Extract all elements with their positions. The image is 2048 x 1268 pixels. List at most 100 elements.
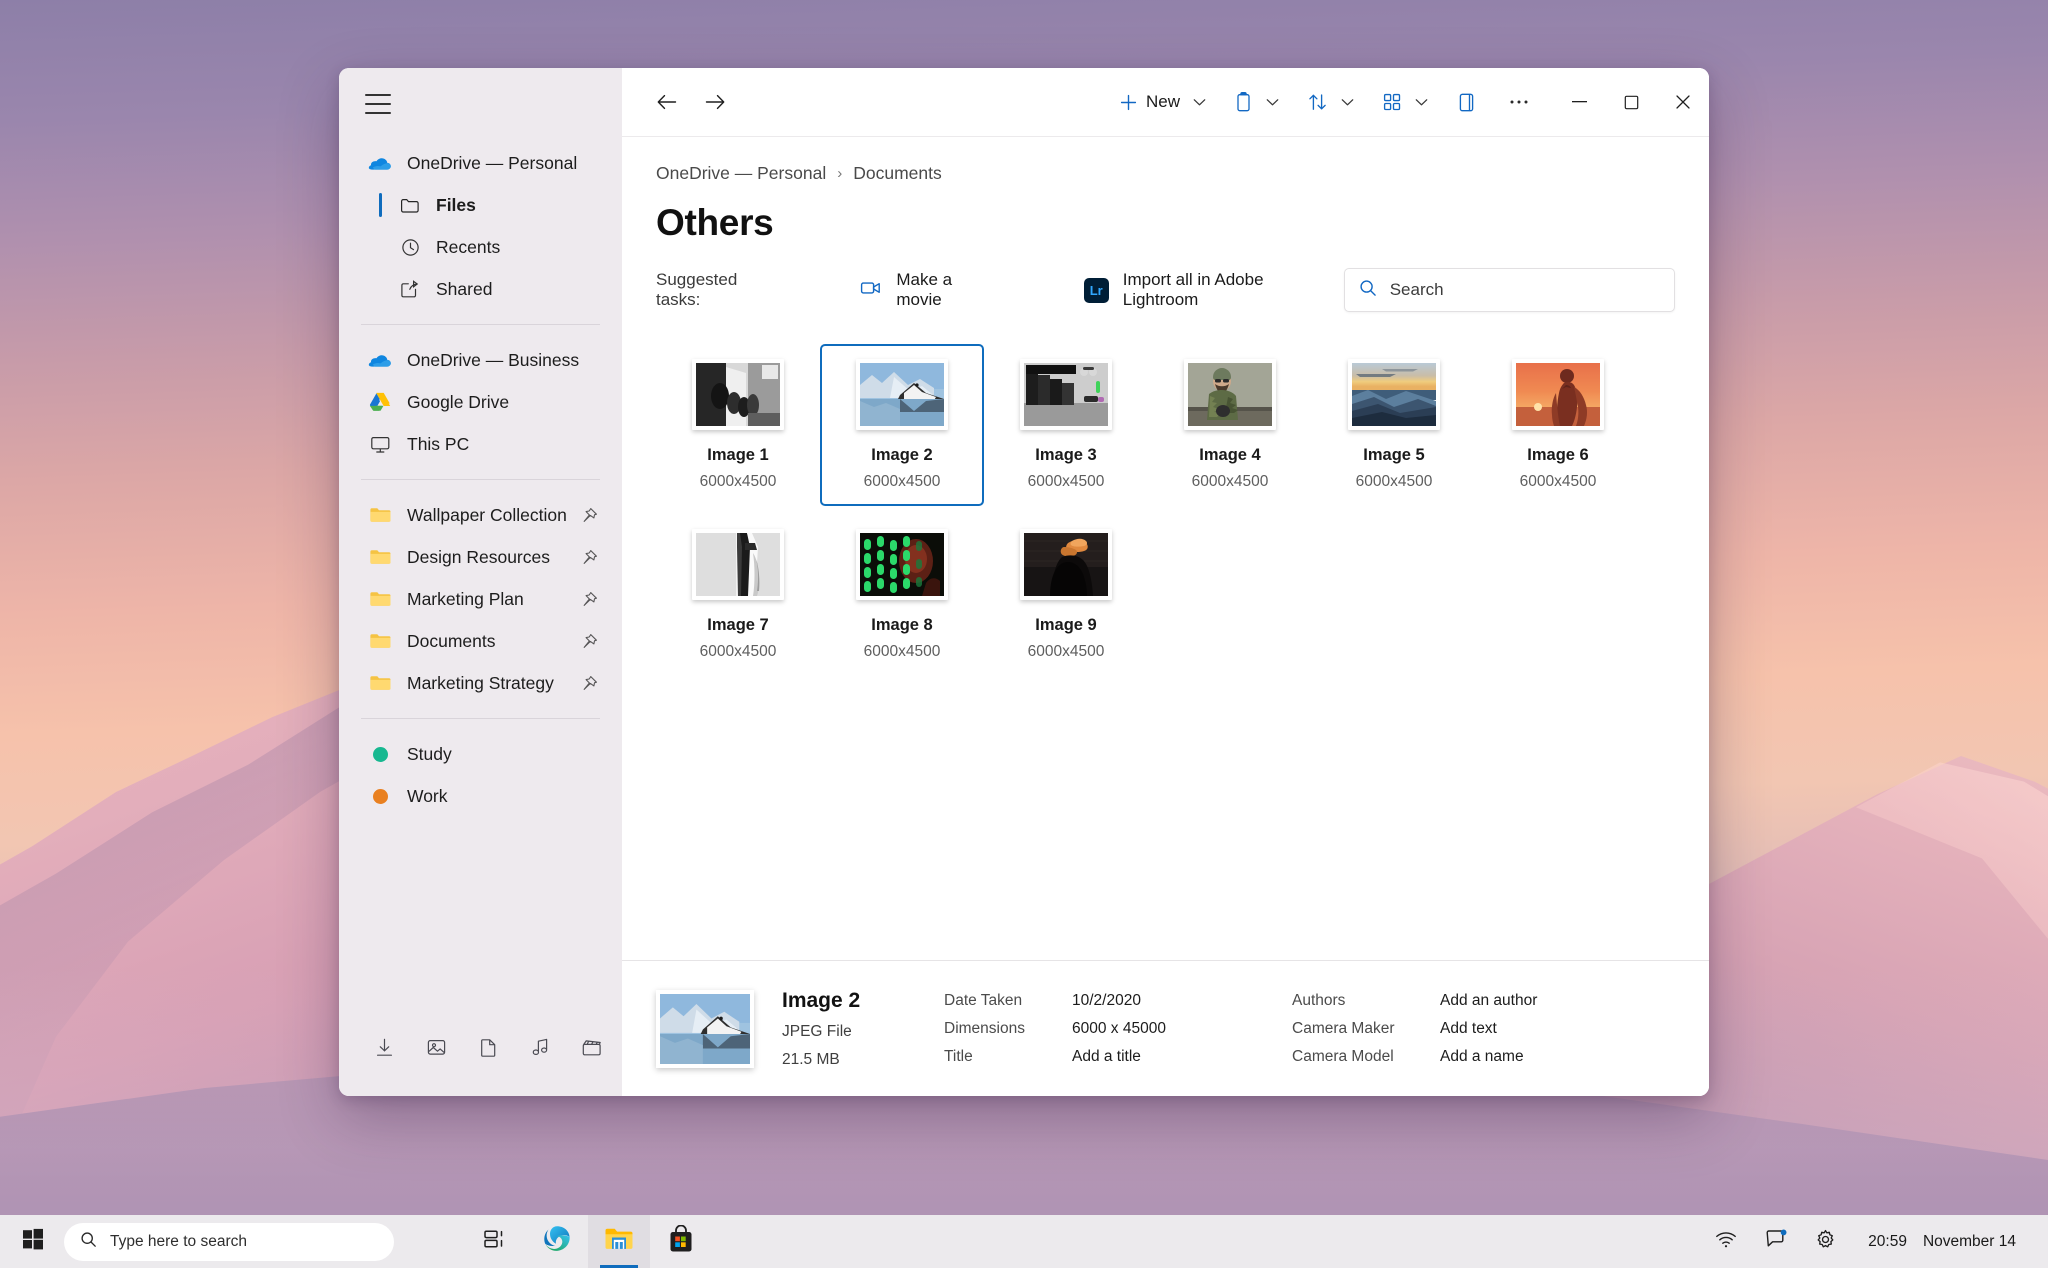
sidebar-item-recents[interactable]: Recents: [357, 226, 604, 268]
paste-chevron-down-icon[interactable]: [1261, 81, 1283, 123]
start-button[interactable]: [8, 1215, 58, 1268]
file-tile-image-9[interactable]: Image 9 6000x4500: [984, 514, 1148, 676]
thumbnail-frame: [692, 359, 784, 430]
sidebar-item-tag-work[interactable]: Work: [357, 775, 604, 817]
onedrive-icon: [367, 152, 393, 174]
music-icon[interactable]: [527, 1034, 553, 1060]
taskbar-search-input[interactable]: [110, 1232, 378, 1251]
tray-network-button[interactable]: [1701, 1215, 1751, 1268]
search-input[interactable]: [1389, 280, 1660, 300]
pin-icon[interactable]: [581, 507, 598, 524]
store-icon: [668, 1224, 694, 1258]
sidebar-item-label: Marketing Plan: [407, 588, 524, 609]
pictures-icon[interactable]: [423, 1034, 449, 1060]
file-explorer-icon: [604, 1226, 634, 1257]
make-a-movie-task[interactable]: Make a movie: [852, 270, 1005, 309]
taskbar-microsoft-store-button[interactable]: [650, 1215, 712, 1268]
new-chevron-down-icon[interactable]: [1188, 81, 1210, 123]
taskbar-search-box[interactable]: [64, 1222, 394, 1261]
download-icon[interactable]: [371, 1034, 397, 1060]
sidebar-item-shared[interactable]: Shared: [357, 268, 604, 310]
minimize-button[interactable]: [1553, 68, 1605, 136]
sidebar-item-onedrive-personal[interactable]: OneDrive — Personal: [357, 142, 604, 184]
edge-icon: [542, 1224, 572, 1259]
details-value-dimensions[interactable]: 6000 x 45000: [1072, 1020, 1254, 1038]
forward-button[interactable]: [694, 81, 736, 123]
maximize-button[interactable]: [1605, 68, 1657, 136]
details-value-date-taken[interactable]: 10/2/2020: [1072, 992, 1254, 1010]
sidebar-item-label: This PC: [407, 433, 470, 454]
file-tile-image-4[interactable]: Image 4 6000x4500: [1148, 344, 1312, 506]
file-tile-image-6[interactable]: Image 6 6000x4500: [1476, 344, 1640, 506]
sidebar-divider-2: [361, 479, 600, 480]
details-value-title[interactable]: Add a title: [1072, 1048, 1254, 1066]
folder-icon: [367, 588, 393, 610]
view-grid-icon: [1382, 92, 1402, 112]
details-value-camera-maker[interactable]: Add text: [1440, 1020, 1622, 1038]
pin-icon[interactable]: [581, 591, 598, 608]
pin-icon[interactable]: [581, 549, 598, 566]
tray-chat-button[interactable]: [1751, 1215, 1801, 1268]
file-tile-image-3[interactable]: Image 3 6000x4500: [984, 344, 1148, 506]
sidebar-item-this-pc[interactable]: This PC: [357, 423, 604, 465]
sidebar-item-tag-study[interactable]: Study: [357, 733, 604, 775]
paste-button[interactable]: [1226, 81, 1261, 123]
view-button[interactable]: [1374, 81, 1410, 123]
taskbar-clock[interactable]: 20:59 November 14: [1850, 1233, 2026, 1251]
taskbar-edge-button[interactable]: [526, 1215, 588, 1268]
close-button[interactable]: [1657, 68, 1709, 136]
sidebar-item-design-resources[interactable]: Design Resources: [357, 536, 604, 578]
sidebar-item-wallpaper-collection[interactable]: Wallpaper Collection: [357, 494, 604, 536]
sidebar-item-documents[interactable]: Documents: [357, 620, 604, 662]
thumbnail-bw-tower: [696, 533, 780, 596]
sidebar-item-marketing-strategy[interactable]: Marketing Strategy: [357, 662, 604, 704]
search-box[interactable]: [1343, 268, 1675, 312]
folder-outline-icon: [397, 194, 423, 216]
videos-icon[interactable]: [579, 1034, 605, 1060]
taskbar-task-view-button[interactable]: [464, 1215, 526, 1268]
file-tile-image-7[interactable]: Image 7 6000x4500: [656, 514, 820, 676]
file-name: Image 8: [871, 616, 933, 634]
file-name: Image 1: [707, 446, 769, 464]
monitor-icon: [367, 433, 393, 455]
details-file-name: Image 2: [782, 988, 861, 1012]
view-chevron-down-icon[interactable]: [1410, 81, 1432, 123]
details-key-title: Title: [944, 1047, 973, 1065]
file-tile-image-8[interactable]: Image 8 6000x4500: [820, 514, 984, 676]
hamburger-icon[interactable]: [365, 94, 391, 114]
tray-settings-button[interactable]: [1801, 1215, 1850, 1268]
thumbnail-snow-mountain-lake: [860, 363, 944, 426]
file-name: Image 6: [1527, 446, 1589, 464]
breadcrumb-item-documents[interactable]: Documents: [853, 163, 942, 184]
more-options-button[interactable]: [1501, 81, 1537, 123]
breadcrumb-item-onedrive-personal[interactable]: OneDrive — Personal: [656, 163, 826, 184]
back-button[interactable]: [646, 81, 688, 123]
pin-icon[interactable]: [581, 675, 598, 692]
file-dimensions: 6000x4500: [1355, 473, 1433, 490]
sidebar-item-label: Recents: [436, 236, 501, 257]
details-pane-button[interactable]: [1448, 81, 1485, 123]
file-name: Image 4: [1199, 446, 1261, 464]
details-value-camera-model[interactable]: Add a name: [1440, 1048, 1622, 1066]
file-name: Image 9: [1035, 616, 1097, 634]
sidebar-item-marketing-plan[interactable]: Marketing Plan: [357, 578, 604, 620]
sidebar-item-files[interactable]: Files: [357, 184, 604, 226]
details-value-authors[interactable]: Add an author: [1440, 992, 1622, 1010]
file-tile-image-1[interactable]: Image 1 6000x4500: [656, 344, 820, 506]
sidebar-item-google-drive[interactable]: Google Drive: [357, 381, 604, 423]
sidebar-item-label: Study: [407, 743, 452, 764]
sort-chevron-down-icon[interactable]: [1336, 81, 1358, 123]
sort-button[interactable]: [1299, 81, 1336, 123]
thumbnail-green-neon-portrait: [860, 533, 944, 596]
file-name: Image 7: [707, 616, 769, 634]
hamburger-button[interactable]: [339, 68, 622, 114]
file-tile-image-2[interactable]: Image 2 6000x4500: [820, 344, 984, 506]
documents-icon[interactable]: [475, 1034, 501, 1060]
file-tile-image-5[interactable]: Image 5 6000x4500: [1312, 344, 1476, 506]
import-lightroom-task[interactable]: Lr Import all in Adobe Lightroom: [1076, 270, 1344, 309]
taskbar-file-explorer-button[interactable]: [588, 1215, 650, 1268]
explorer-content: New OneDrive — Personal › Documents Othe…: [622, 68, 1709, 1096]
sidebar-item-onedrive-business[interactable]: OneDrive — Business: [357, 339, 604, 381]
pin-icon[interactable]: [581, 633, 598, 650]
new-button[interactable]: New: [1111, 81, 1188, 123]
